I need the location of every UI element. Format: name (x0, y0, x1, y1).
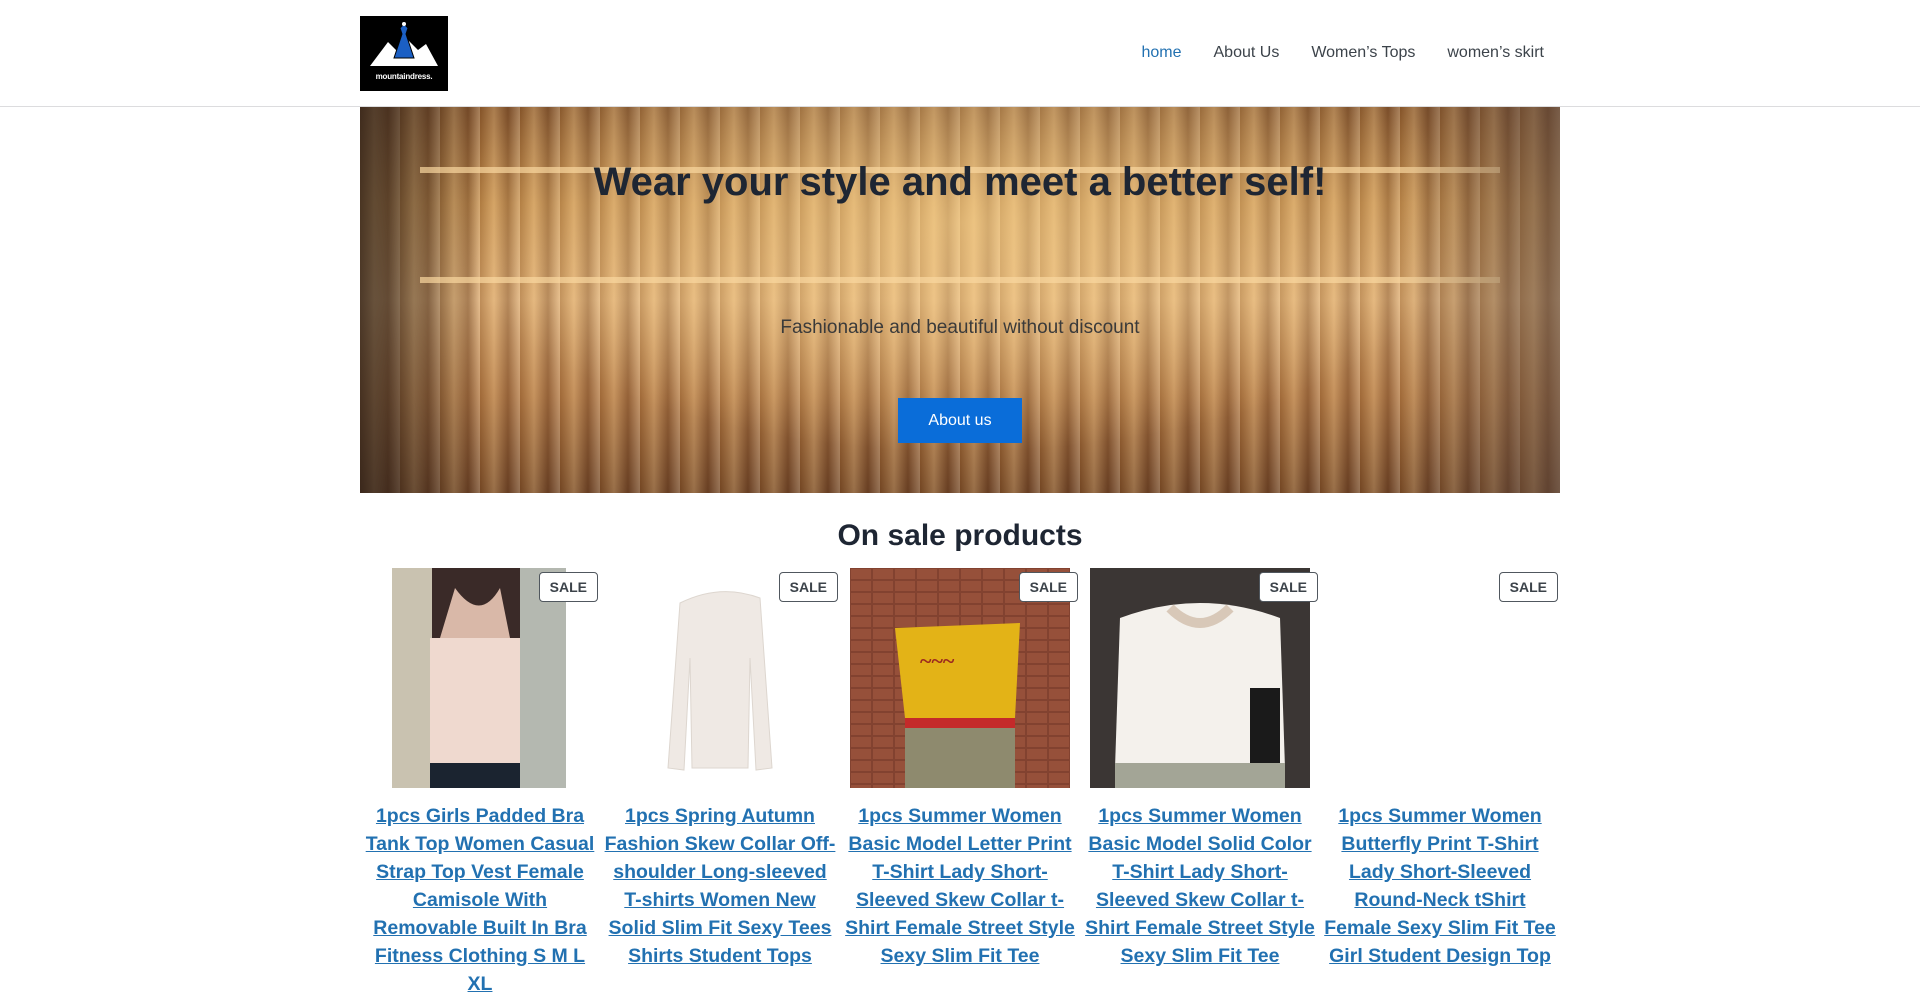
product-title-link[interactable]: 1pcs Summer Women Butterfly Print T-Shir… (1320, 802, 1560, 970)
dress-mountain-icon (370, 22, 438, 66)
nav-item-about-us[interactable]: About Us (1198, 42, 1296, 64)
sale-badge: SALE (538, 572, 598, 602)
product-title-link[interactable]: 1pcs Summer Women Basic Model Solid Colo… (1080, 802, 1320, 970)
sale-badge: SALE (1498, 572, 1558, 602)
svg-text:~~~: ~~~ (920, 648, 955, 673)
sale-badge: SALE (1258, 572, 1318, 602)
sale-badge: SALE (1018, 572, 1078, 602)
on-sale-title: On sale products (837, 519, 1083, 552)
product-card: SALE 1pcs Spring Autumn Fashion Skew Col… (600, 568, 840, 993)
about-us-button[interactable]: About us (898, 398, 1022, 443)
nav-item-womens-tops[interactable]: Women’s Tops (1295, 42, 1431, 64)
hero-subtitle: Fashionable and beautiful without discou… (780, 317, 1140, 338)
product-card: SALE 1pcs Girls Padded Bra Tank Top Wome… (360, 568, 600, 993)
logo-text: mountaindress. (375, 72, 433, 81)
product-list: SALE 1pcs Girls Padded Bra Tank Top Wome… (360, 568, 1560, 993)
product-title-link[interactable]: 1pcs Spring Autumn Fashion Skew Collar O… (600, 802, 840, 970)
site-header: mountaindress. home About Us Women’s Top… (0, 0, 1920, 107)
nav-item-womens-skirt[interactable]: women’s skirt (1431, 42, 1560, 64)
hero-shelf-decoration (420, 277, 1500, 283)
main-nav: home About Us Women’s Tops women’s skirt (1125, 42, 1560, 64)
hero-title: Wear your style and meet a better self! (593, 160, 1327, 204)
product-title-link[interactable]: 1pcs Girls Padded Bra Tank Top Women Cas… (360, 802, 600, 993)
nav-item-home[interactable]: home (1125, 42, 1197, 64)
hero-banner: Wear your style and meet a better self! … (360, 107, 1560, 493)
sale-badge: SALE (778, 572, 838, 602)
product-title-link[interactable]: 1pcs Summer Women Basic Model Letter Pri… (840, 802, 1080, 970)
product-card: SALE 1pcs Summer Women Butterfly Print T… (1320, 568, 1560, 993)
product-card: SALE 1pcs Summer Women Basic Model Solid… (1080, 568, 1320, 993)
site-logo[interactable]: mountaindress. (360, 16, 448, 91)
product-card: ~~~ SALE 1pcs Summer Women Basic Model L… (840, 568, 1080, 993)
